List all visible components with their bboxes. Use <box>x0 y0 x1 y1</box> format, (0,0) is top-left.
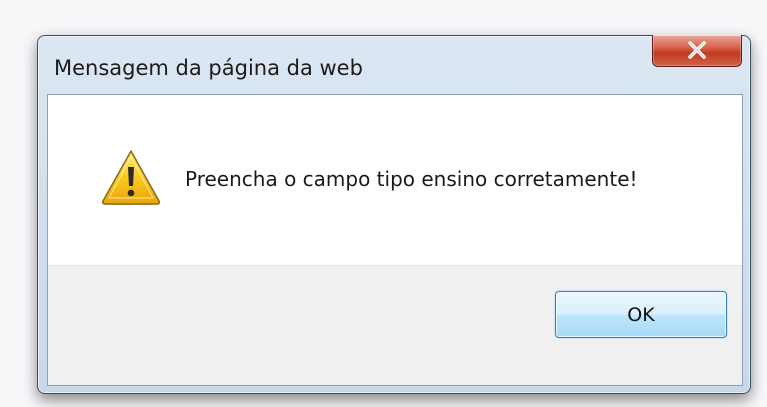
alert-dialog: Mensagem da página da web Preencha o cam… <box>37 35 751 394</box>
title-bar[interactable]: Mensagem da página da web <box>38 35 750 94</box>
button-area: OK <box>48 265 742 385</box>
ok-button[interactable]: OK <box>555 291 727 338</box>
screen: Mensagem da página da web Preencha o cam… <box>0 0 767 407</box>
dialog-content: Preencha o campo tipo ensino corretament… <box>47 94 743 386</box>
dialog-title: Mensagem da página da web <box>54 56 363 80</box>
close-icon <box>688 41 706 59</box>
message-text: Preencha o campo tipo ensino corretament… <box>185 167 638 191</box>
close-button[interactable] <box>652 35 742 67</box>
message-area: Preencha o campo tipo ensino corretament… <box>48 95 742 265</box>
warning-icon <box>102 150 161 205</box>
